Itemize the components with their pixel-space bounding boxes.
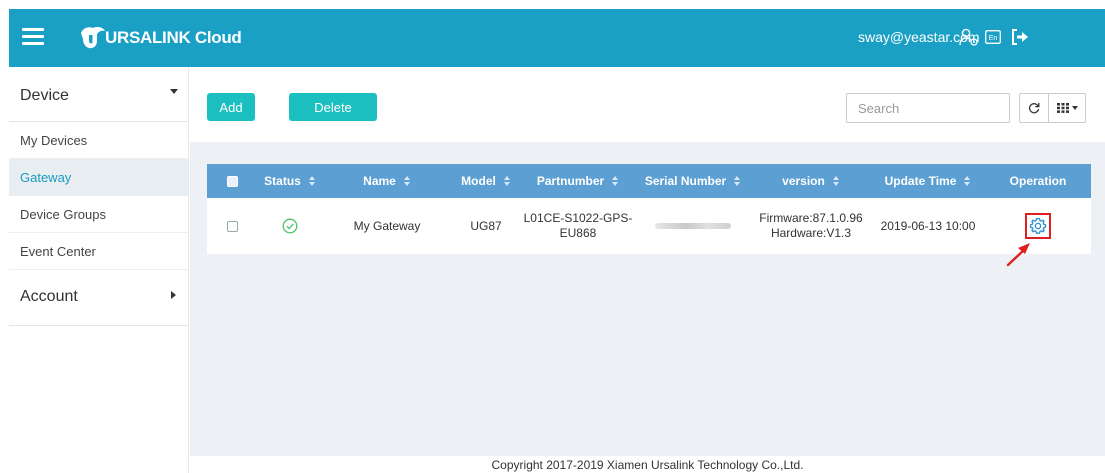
sort-icon bbox=[832, 176, 840, 186]
sort-icon bbox=[308, 176, 316, 186]
sort-icon bbox=[964, 176, 971, 186]
sidebar: Device My Devices Gateway Device Groups … bbox=[9, 67, 189, 473]
caret-down-icon bbox=[170, 89, 178, 94]
sidebar-group-label: Account bbox=[20, 288, 78, 305]
update-time-cell: 2019-06-13 10:00 bbox=[880, 219, 976, 233]
column-header-model[interactable]: Model bbox=[451, 164, 521, 198]
select-all-checkbox[interactable] bbox=[226, 175, 238, 187]
caret-right-icon bbox=[171, 291, 176, 299]
sidebar-item-device-groups[interactable]: Device Groups bbox=[9, 196, 188, 233]
sidebar-group-device[interactable]: Device bbox=[9, 67, 188, 122]
column-header-operation: Operation bbox=[1009, 174, 1067, 188]
operation-cell bbox=[985, 198, 1091, 254]
grid-icon bbox=[1056, 103, 1069, 113]
column-header-serial-number[interactable]: Serial Number bbox=[635, 164, 751, 198]
firmware-version: Firmware:87.1.0.96 bbox=[759, 211, 863, 225]
sidebar-item-my-devices[interactable]: My Devices bbox=[9, 122, 188, 159]
row-checkbox[interactable] bbox=[226, 220, 238, 232]
table-row[interactable]: My Gateway UG87 L01CE-S1022-GPS- EU868 Fi… bbox=[207, 198, 1091, 254]
annotation-arrow-icon bbox=[1006, 243, 1030, 267]
top-header: URSALINK Cloud sway@yeastar.com En bbox=[9, 9, 1105, 67]
refresh-icon bbox=[1028, 103, 1040, 114]
refresh-button[interactable] bbox=[1019, 93, 1049, 123]
gear-icon bbox=[1029, 217, 1047, 234]
logout-icon[interactable] bbox=[1011, 28, 1029, 46]
column-header-partnumber[interactable]: Partnumber bbox=[521, 164, 635, 198]
version-cell: Firmware:87.1.0.96 Hardware:V1.3 bbox=[751, 198, 871, 254]
brand-name: URSALINK Cloud bbox=[105, 28, 242, 47]
redacted-serial-number bbox=[655, 223, 731, 229]
main-content: Add Delete Search Status Name Model Part… bbox=[190, 67, 1105, 473]
table-header: Status Name Model Partnumber Serial Numb… bbox=[207, 164, 1091, 198]
sort-icon bbox=[503, 176, 511, 186]
ursalink-logo-icon bbox=[81, 27, 105, 49]
name-cell: My Gateway bbox=[353, 219, 421, 233]
sidebar-item-event-center[interactable]: Event Center bbox=[9, 233, 188, 270]
sort-icon bbox=[612, 176, 619, 186]
model-cell: UG87 bbox=[470, 219, 502, 233]
chevron-down-icon bbox=[1071, 106, 1078, 110]
status-online-icon bbox=[282, 218, 298, 234]
brand-logo: URSALINK Cloud bbox=[79, 25, 242, 51]
partnumber-cell: L01CE-S1022-GPS- EU868 bbox=[521, 198, 635, 254]
sort-icon bbox=[403, 176, 411, 186]
settings-button[interactable] bbox=[1025, 213, 1051, 239]
sort-icon bbox=[734, 176, 741, 186]
row-select-cell bbox=[207, 198, 257, 254]
column-header-update-time[interactable]: Update Time bbox=[871, 164, 985, 198]
footer-copyright: Copyright 2017-2019 Xiamen Ursalink Tech… bbox=[190, 456, 1105, 473]
svg-text:En: En bbox=[989, 35, 998, 42]
column-header-status[interactable]: Status bbox=[257, 164, 323, 198]
toolbar: Add Delete Search bbox=[190, 67, 1105, 142]
partnumber-line-1: L01CE-S1022-GPS- bbox=[523, 211, 633, 225]
serial-number-cell bbox=[635, 198, 751, 254]
hardware-version: Hardware:V1.3 bbox=[770, 226, 852, 240]
column-header-version[interactable]: version bbox=[751, 164, 871, 198]
menu-icon[interactable] bbox=[22, 28, 44, 46]
delete-button[interactable]: Delete bbox=[289, 93, 377, 121]
gateway-table: Status Name Model Partnumber Serial Numb… bbox=[207, 164, 1091, 254]
language-icon[interactable]: En bbox=[985, 28, 1001, 46]
sidebar-item-gateway[interactable]: Gateway bbox=[9, 159, 188, 196]
sidebar-group-label: Device bbox=[20, 87, 69, 104]
sidebar-group-account[interactable]: Account bbox=[9, 270, 188, 326]
app: URSALINK Cloud sway@yeastar.com En Devic… bbox=[0, 0, 1105, 473]
column-header-name[interactable]: Name bbox=[323, 164, 451, 198]
add-button[interactable]: Add bbox=[207, 93, 255, 121]
user-settings-icon[interactable] bbox=[959, 28, 979, 46]
partnumber-line-2: EU868 bbox=[559, 226, 597, 240]
status-cell bbox=[257, 198, 323, 254]
search-input[interactable]: Search bbox=[846, 93, 1010, 123]
select-all-cell bbox=[207, 164, 257, 198]
columns-toggle-button[interactable] bbox=[1048, 93, 1086, 123]
